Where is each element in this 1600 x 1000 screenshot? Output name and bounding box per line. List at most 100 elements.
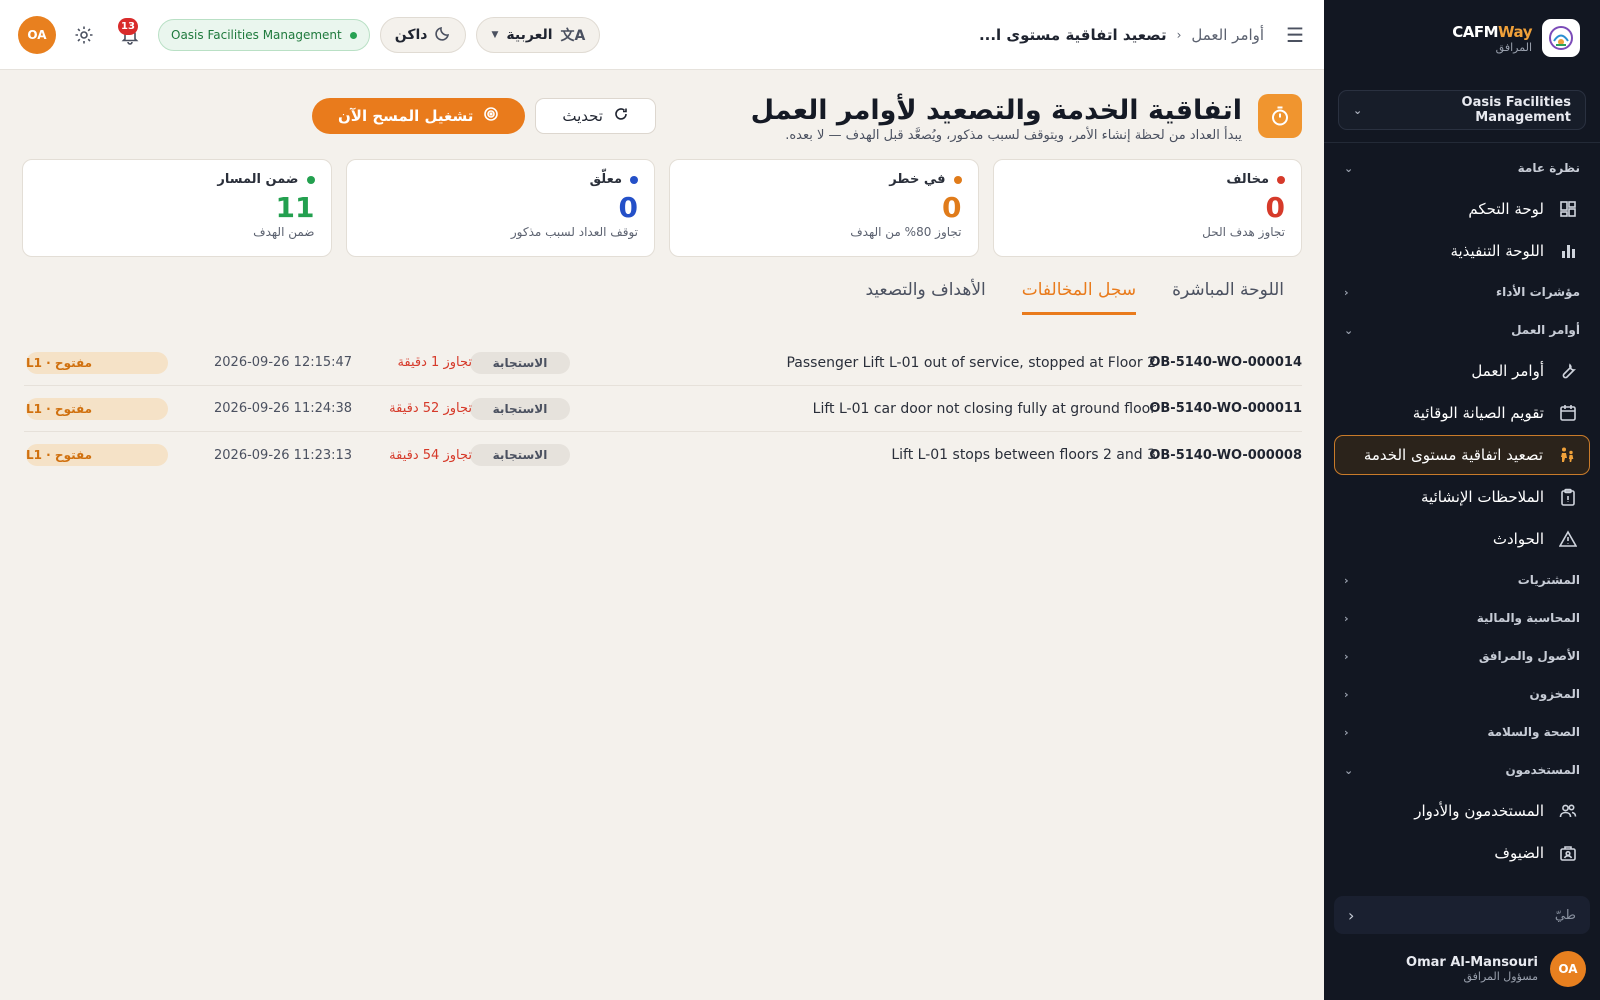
chevron-down-icon: ⌄: [1344, 161, 1354, 175]
tab-targets-escalation[interactable]: الأهداف والتصعيد: [865, 280, 985, 315]
theme-toggle[interactable]: داكن: [379, 17, 467, 53]
sidebar-item-users-roles[interactable]: المستخدمون والأدوار: [1334, 791, 1590, 831]
run-scan-button[interactable]: تشغيل المسح الآن: [312, 98, 526, 134]
section-label: نظرة عامة: [1517, 161, 1580, 175]
overdue-text: تجاوز 1 دقيقة: [397, 355, 472, 370]
avatar[interactable]: OA: [18, 16, 56, 54]
moon-icon: [435, 25, 451, 45]
breadcrumb: أوامر العمل ‹ تصعيد اتفاقية مستوى ا...: [979, 26, 1264, 44]
theme-label: داكن: [394, 27, 428, 43]
sidebar-item-snags[interactable]: الملاحظات الإنشائية: [1334, 477, 1590, 517]
status-dot: [306, 175, 315, 184]
sidebar-item-label: الحوادث: [1492, 530, 1544, 548]
page-header: اتفاقية الخدمة والتصعيد لأوامر العمل يبد…: [751, 94, 1302, 143]
section-inventory[interactable]: المخزون ‹: [1324, 675, 1600, 713]
collapse-sidebar-button[interactable]: طيّ ‹: [1334, 896, 1590, 934]
brand-name: CAFMWay: [1452, 22, 1532, 41]
status-badge: مفتوح · L1: [26, 397, 168, 420]
notification-count-badge: 13: [118, 18, 138, 35]
section-label: المحاسبة والمالية: [1476, 611, 1580, 625]
section-label: أوامر العمل: [1511, 323, 1580, 337]
breadcrumb-parent[interactable]: أوامر العمل: [1191, 26, 1264, 44]
breach-timestamp: 2026-09-26 12:15:47: [214, 355, 353, 370]
card-value: 0: [942, 191, 962, 224]
section-hse[interactable]: الصحة والسلامة ‹: [1324, 713, 1600, 751]
summary-card-on-track: ضمن المسار 11 ضمن الهدف: [22, 159, 332, 257]
card-label-text: في خطر: [889, 172, 946, 187]
language-label: العربية: [506, 27, 553, 43]
work-order-id[interactable]: OB-5140-WO-000008: [1149, 448, 1302, 463]
caret-down-icon: ▼: [491, 30, 499, 40]
notifications-button[interactable]: 13: [112, 17, 148, 53]
section-finance[interactable]: المحاسبة والمالية ‹: [1324, 599, 1600, 637]
sla-type-badge: الاستجابة: [470, 351, 570, 374]
sla-type-badge: الاستجابة: [470, 397, 570, 420]
sidebar-item-label: الضيوف: [1494, 844, 1544, 862]
chevron-left-icon: ‹: [1344, 687, 1349, 701]
stopwatch-icon: [1258, 94, 1302, 138]
section-label: المشتريات: [1517, 573, 1580, 587]
sidebar-item-incidents[interactable]: الحوادث: [1334, 519, 1590, 559]
section-overview[interactable]: نظرة عامة ⌄: [1324, 149, 1600, 187]
card-value: 0: [1265, 191, 1285, 224]
brand-logo-icon: [1542, 19, 1580, 57]
settings-button[interactable]: [66, 17, 102, 53]
language-select[interactable]: 文A العربية ▼: [476, 17, 601, 53]
chevron-left-icon: ‹: [1344, 611, 1349, 625]
wrench-icon: [1558, 361, 1578, 381]
work-order-title: Lift L-01 car door not closing fully at …: [812, 400, 1156, 417]
refresh-label: تحديث: [562, 107, 603, 125]
breach-timestamp: 2026-09-26 11:23:13: [214, 447, 353, 463]
overdue-text: تجاوز 54 دقيقة: [389, 447, 472, 463]
section-kpis[interactable]: مؤشرات الأداء ‹: [1324, 273, 1600, 311]
card-label-text: مخالف: [1226, 172, 1269, 187]
page-title: اتفاقية الخدمة والتصعيد لأوامر العمل: [750, 95, 1242, 126]
section-procurement[interactable]: المشتريات ‹: [1324, 561, 1600, 599]
calendar-icon: [1558, 403, 1578, 423]
user-role: مسؤول المرافق: [1463, 970, 1538, 983]
card-value: 11: [275, 191, 315, 224]
section-label: المستخدمون: [1505, 763, 1580, 777]
header-actions: تحديث تشغيل المسح الآن: [312, 98, 656, 134]
status-dot: [1277, 175, 1285, 184]
sidebar-item-label: أوامر العمل: [1471, 362, 1544, 380]
brand[interactable]: CAFMWay المرافق: [1324, 0, 1600, 76]
table-row[interactable]: OB-5140-WO-000008 Lift L-01 stops between…: [24, 432, 1302, 478]
run-scan-label: تشغيل المسح الآن: [338, 107, 474, 125]
summary-card-breached: مخالف 0 تجاوز هدف الحل: [992, 159, 1302, 257]
section-work-orders[interactable]: أوامر العمل ⌄: [1324, 311, 1600, 349]
work-order-id[interactable]: OB-5140-WO-000014: [1149, 355, 1302, 370]
user-profile[interactable]: OA Omar Al-Mansouri مسؤول المرافق: [1324, 938, 1600, 1000]
refresh-icon: [613, 106, 629, 126]
work-order-id[interactable]: OB-5140-WO-000011: [1149, 401, 1302, 416]
table-row[interactable]: OB-5140-WO-000011 Lift L-01 car door not …: [24, 386, 1302, 432]
sidebar-nav: نظرة عامة ⌄ لوحة التحكم اللوحة التنفيذية…: [1324, 143, 1600, 873]
bar-chart-icon: [1558, 241, 1578, 261]
avatar: OA: [1550, 951, 1586, 987]
section-assets[interactable]: الأصول والمرافق ‹: [1324, 637, 1600, 675]
org-select[interactable]: Oasis Facilities Management ⌄: [1338, 90, 1586, 130]
refresh-button[interactable]: تحديث: [535, 98, 656, 134]
sidebar-item-label: تقويم الصيانة الوقائية: [1412, 404, 1544, 422]
sidebar-item-work-orders[interactable]: أوامر العمل: [1334, 351, 1590, 391]
card-description: تجاوز 80% من الهدف: [850, 225, 962, 239]
status-dot: [953, 175, 962, 184]
sidebar-item-dashboard[interactable]: لوحة التحكم: [1334, 189, 1590, 229]
tab-live-board[interactable]: اللوحة المباشرة: [1172, 280, 1284, 315]
main-content: اتفاقية الخدمة والتصعيد لأوامر العمل يبد…: [0, 70, 1324, 1000]
sidebar-item-sla-escalation[interactable]: تصعيد اتفاقية مستوى الخدمة: [1334, 435, 1590, 475]
section-users[interactable]: المستخدمون ⌄: [1324, 751, 1600, 789]
card-label: ضمن المسار: [39, 172, 315, 187]
sidebar-item-label: اللوحة التنفيذية: [1450, 242, 1544, 260]
table-row[interactable]: OB-5140-WO-000014 Passenger Lift L-01 out…: [24, 340, 1302, 386]
sidebar-item-pm-calendar[interactable]: تقويم الصيانة الوقائية: [1334, 393, 1590, 433]
sidebar-item-guests[interactable]: الضيوف: [1334, 833, 1590, 873]
sidebar-item-executive[interactable]: اللوحة التنفيذية: [1334, 231, 1590, 271]
chevron-left-icon: ‹: [1348, 905, 1355, 925]
menu-icon[interactable]: ☰: [1286, 23, 1304, 47]
card-label: في خطر: [686, 172, 962, 187]
tab-breach-log[interactable]: سجل المخالفات: [1021, 280, 1137, 315]
status-dot: [630, 175, 638, 184]
translate-icon: 文A: [560, 28, 586, 44]
chevron-left-icon: ‹: [1344, 649, 1349, 663]
